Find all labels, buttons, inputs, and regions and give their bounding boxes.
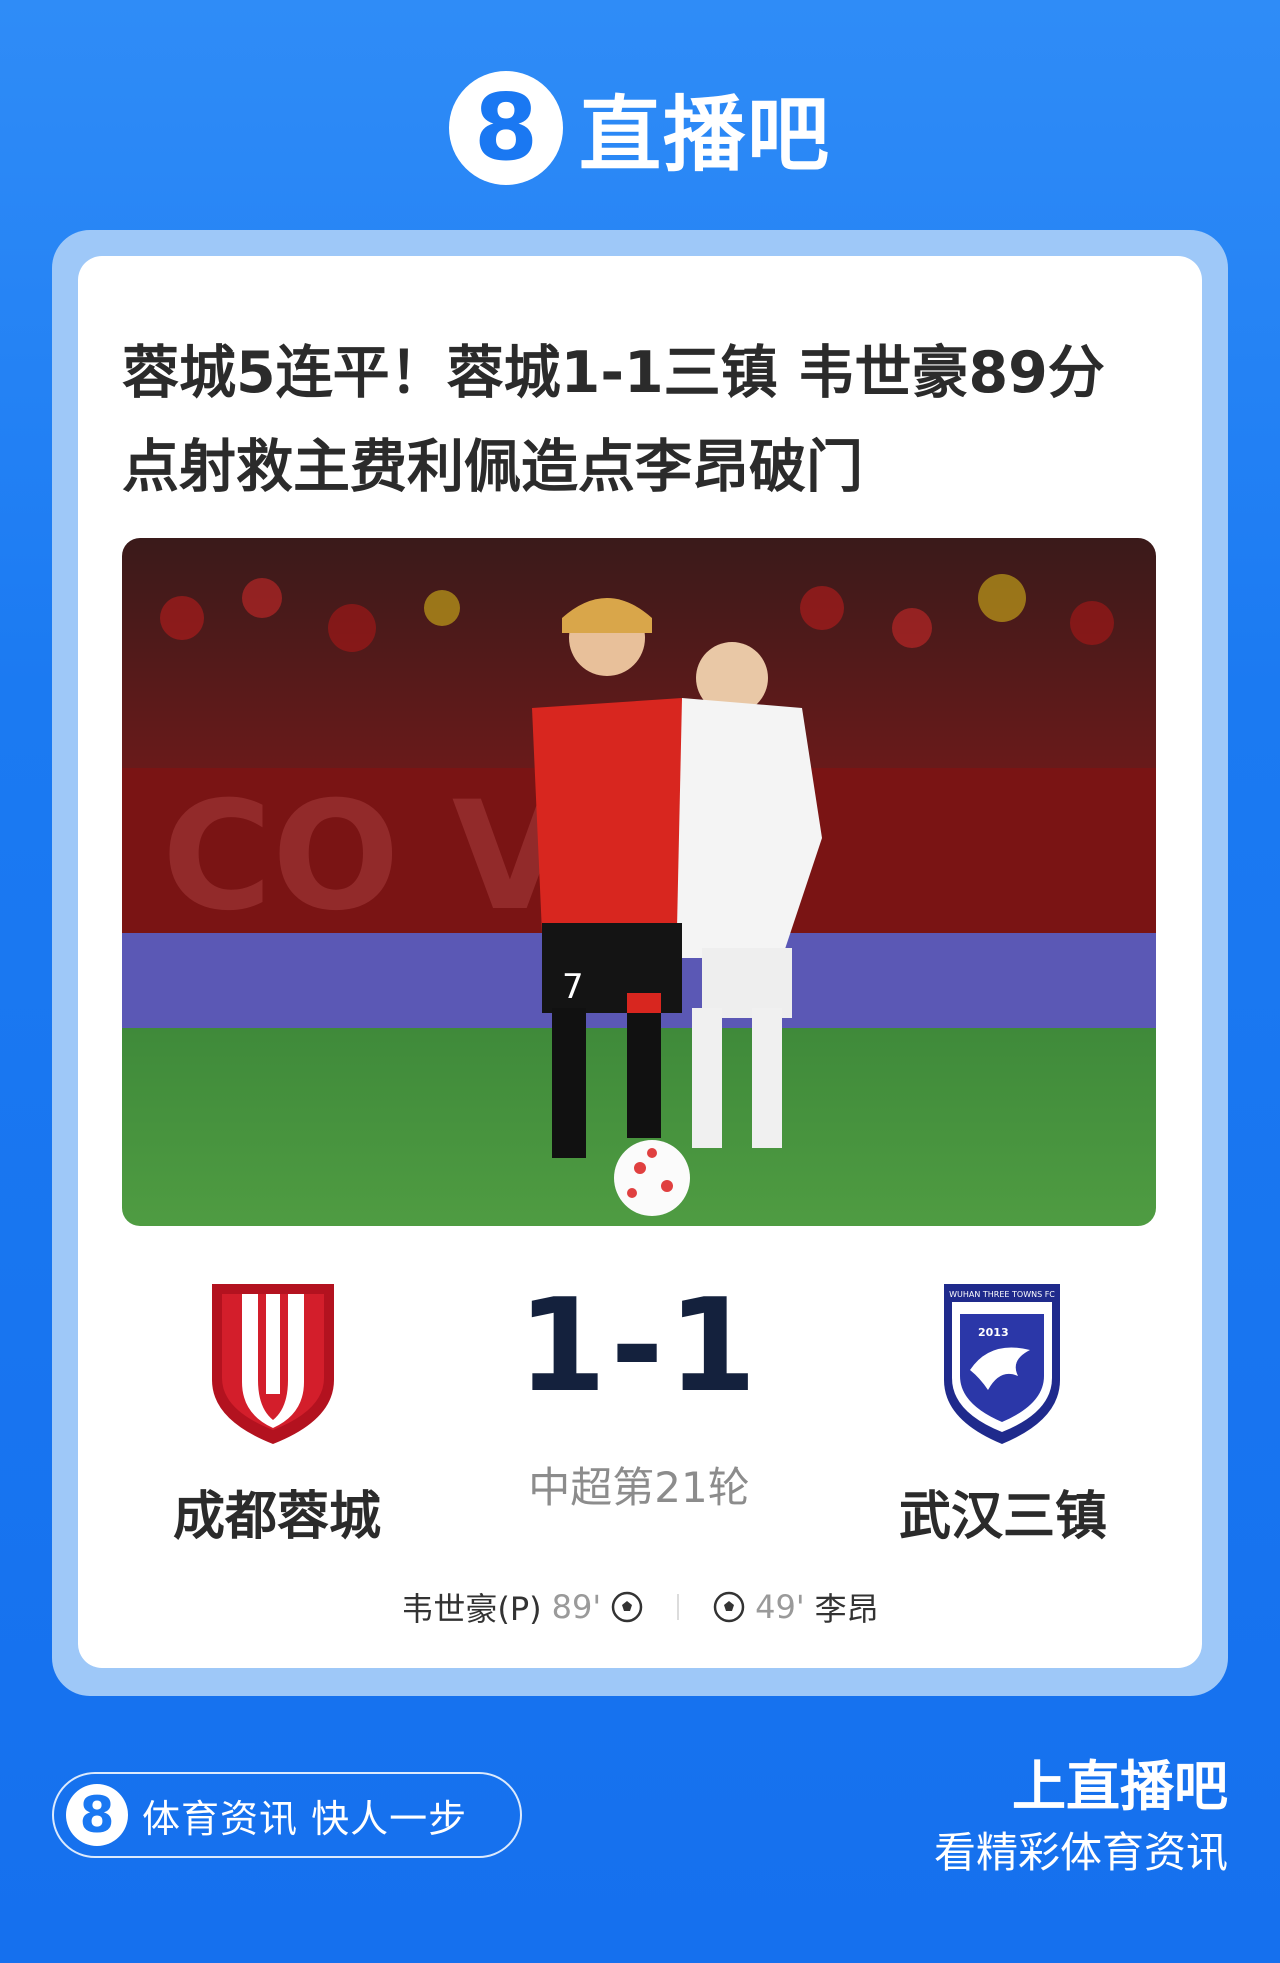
away-goal-minute: 49' [755,1588,805,1626]
svg-text:7: 7 [562,967,584,1007]
headline-line-2: 点射救主费利佩造点李昂破门 [122,434,863,500]
home-goal-player: 韦世豪(P) [401,1590,542,1628]
home-goal: 韦世豪(P) 89' [401,1584,643,1630]
cta-title: 上直播吧 [1012,1755,1228,1818]
brand-logo-glyph: 8 [473,73,538,181]
match-round: 中超第21轮 [528,1463,750,1512]
article-headline[interactable]: 蓉城5连平！蓉城1-1三镇 韦世豪89分 点射救主费利佩造点李昂破门 [122,326,1162,514]
wuhan-three-towns-crest-icon: WUHAN THREE TOWNS FC 2013 [944,1284,1060,1444]
home-team-name[interactable]: 成都蓉城 [172,1474,382,1549]
match-photo[interactable]: CO VA 7 [122,538,1156,1226]
chengdu-rongcheng-crest-icon [212,1284,334,1444]
match-card[interactable]: 蓉城5连平！蓉城1-1三镇 韦世豪89分 点射救主费利佩造点李昂破门 CO VA… [78,256,1202,1668]
pill-logo-icon: 8 [66,1784,128,1846]
away-goal: 49' 李昂 [713,1584,879,1630]
goal-separator [677,1594,680,1620]
away-crest-year: 2013 [978,1326,1009,1339]
slogan-pill[interactable]: 8 体育资讯 快人一步 [52,1772,522,1858]
footer-cta[interactable]: 上直播吧 看精彩体育资讯 [934,1752,1228,1884]
headline-line-1: 蓉城5连平！蓉城1-1三镇 韦世豪89分 [122,340,1105,406]
football-icon [611,1591,643,1623]
football-icon [713,1591,745,1623]
pill-logo-glyph: 8 [79,1786,115,1844]
brand-name: 直播吧 [578,88,831,183]
brand-logo-icon: 8 [448,70,563,185]
match-score: 1-1 [517,1272,761,1421]
away-crest-text: WUHAN THREE TOWNS FC [949,1290,1055,1299]
away-team-name[interactable]: 武汉三镇 [898,1474,1108,1549]
home-goal-minute: 89' [551,1588,602,1626]
match-photo-illustration: CO VA 7 [122,538,1156,1226]
away-goal-player: 李昂 [814,1590,879,1628]
goal-scorers: 韦世豪(P) 89' 49' 李昂 [78,1584,1202,1630]
brand-header: 8 直播吧 [0,68,1280,187]
slogan-text: 体育资讯 快人一步 [142,1796,468,1841]
cta-subtitle: 看精彩体育资讯 [933,1828,1228,1877]
